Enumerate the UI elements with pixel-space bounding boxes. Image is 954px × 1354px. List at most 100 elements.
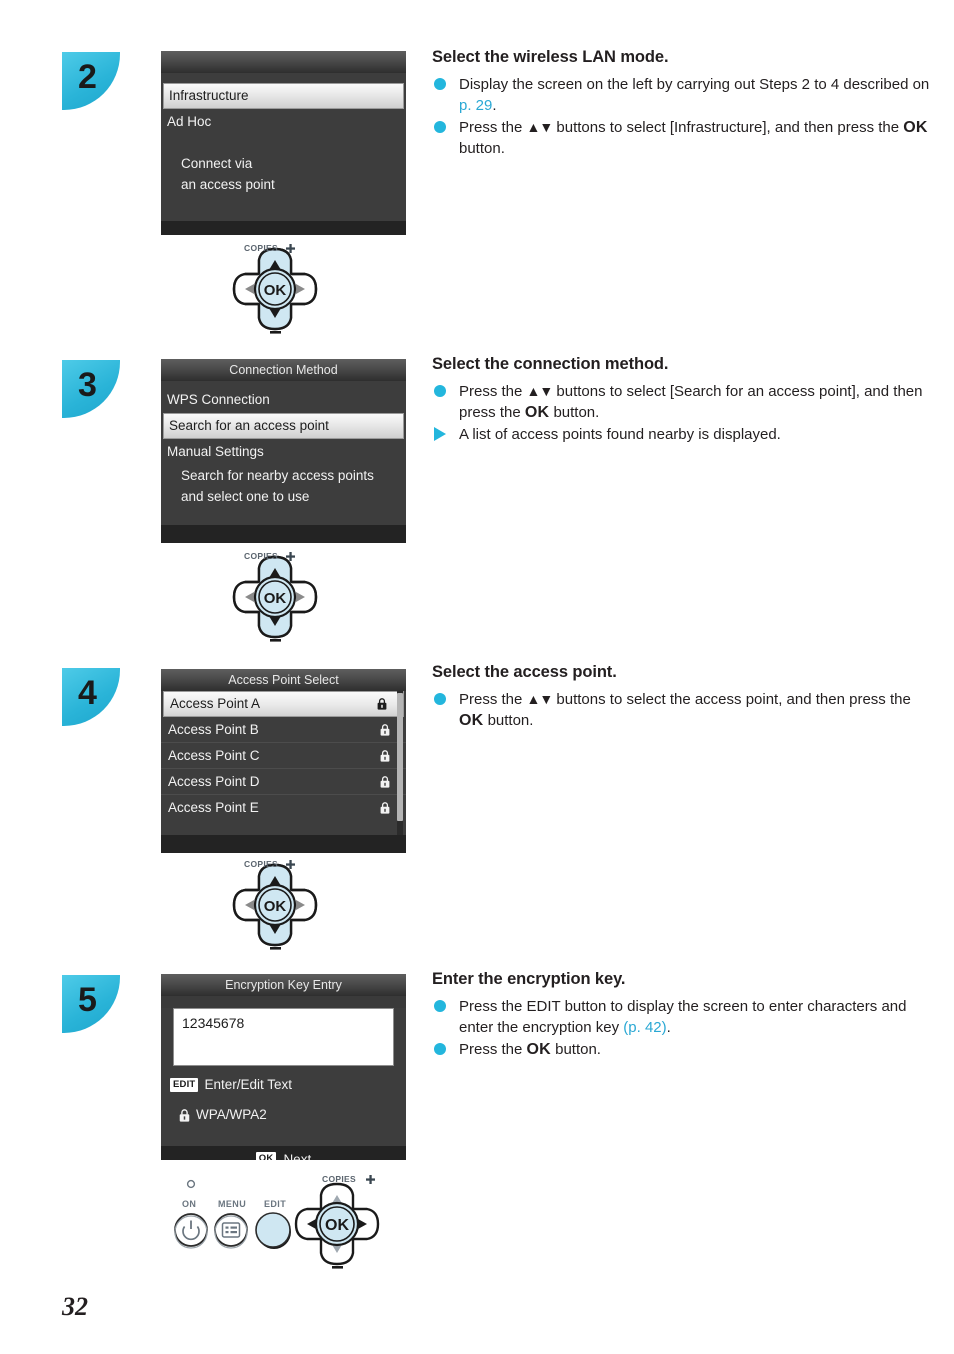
svg-text:OK: OK: [264, 898, 287, 915]
svg-text:OK: OK: [325, 1217, 349, 1234]
step-number-badge-3: 3: [62, 360, 120, 418]
scrollbar-thumb[interactable]: [397, 693, 403, 821]
bullet-text: A list of access points found nearby is …: [459, 426, 781, 443]
step-heading-5: Enter the encryption key.: [432, 970, 626, 988]
access-point-row-e[interactable]: Access Point E: [161, 795, 406, 821]
ok-button-ref: OK: [524, 404, 550, 421]
minus-icon: [270, 639, 281, 642]
access-point-label: Access Point C: [168, 748, 260, 763]
ok-button-ref: OK: [903, 119, 928, 136]
dpad-svg[interactable]: OK: [228, 551, 322, 643]
page-reference-link[interactable]: p. 29: [459, 97, 492, 114]
dpad-control-step3[interactable]: COPIES OK: [228, 551, 322, 648]
step-text-2: Select the wireless LAN mode. Display th…: [432, 48, 932, 160]
lcd-menu-item-manual-settings[interactable]: Manual Settings: [161, 439, 406, 465]
svg-text:OK: OK: [264, 590, 287, 607]
lcd-body: Infrastructure Ad Hoc Connect via an acc…: [161, 73, 406, 221]
bullet-dot-icon: [434, 693, 447, 706]
security-type-label: WPA/WPA2: [196, 1107, 267, 1122]
lcd-note-line-1: Search for nearby access points: [181, 468, 374, 483]
plus-icon: [286, 552, 295, 561]
on-button: [174, 1213, 208, 1247]
bullet-text: Press the ▲▼ buttons to select the acces…: [459, 691, 911, 729]
step-number-badge-5: 5: [62, 975, 120, 1033]
lcd-body: WPS Connection Search for an access poin…: [161, 381, 406, 525]
lock-icon: [380, 802, 390, 814]
lock-icon: [179, 1108, 190, 1122]
edit-button: [255, 1212, 291, 1248]
bullet-dot-icon: [434, 1043, 447, 1056]
page-number: 32: [62, 1292, 88, 1321]
copies-label: COPIES: [244, 243, 278, 253]
updown-arrows-icon: ▲▼: [526, 119, 554, 135]
ok-button-ref: OK: [526, 1041, 551, 1058]
dpad-control: OK: [294, 1182, 380, 1269]
access-point-label: Access Point E: [168, 800, 259, 815]
plus-icon: [366, 1175, 375, 1184]
access-point-label: Access Point B: [168, 722, 259, 737]
lcd-body: Access Point A Access Point B Access Poi…: [161, 691, 406, 835]
lcd-note-line-2: an access point: [181, 177, 275, 192]
step-bullet-list-3: Press the ▲▼ buttons to select [Search f…: [432, 381, 932, 445]
updown-arrows-icon: ▲▼: [526, 383, 554, 399]
bullet-text: Press the OK button.: [459, 1041, 601, 1058]
bullet-item: Press the EDIT button to display the scr…: [432, 996, 932, 1038]
bullet-item: Press the ▲▼ buttons to select [Infrastr…: [432, 117, 932, 159]
lcd-screen-connection-method: Connection Method WPS Connection Search …: [161, 359, 406, 543]
step-text-5: Enter the encryption key. Press the EDIT…: [432, 970, 932, 1061]
step-number-badge-4: 4: [62, 668, 120, 726]
lcd-menu-item-search-access-point[interactable]: Search for an access point: [163, 413, 404, 439]
lcd-menu-item-infrastructure[interactable]: Infrastructure: [163, 83, 404, 109]
copies-label: COPIES: [322, 1174, 356, 1184]
lcd-screen-encryption-key-entry: Encryption Key Entry 12345678 EDIT Enter…: [161, 974, 406, 1160]
bullet-item: Press the OK button.: [432, 1039, 932, 1060]
lcd-title-bar: [161, 51, 406, 73]
bullet-item: Press the ▲▼ buttons to select [Search f…: [432, 381, 932, 423]
lock-icon: [380, 749, 390, 762]
lcd-title-bar: Encryption Key Entry: [161, 974, 406, 996]
security-type-row: WPA/WPA2: [161, 1104, 406, 1126]
page-reference-link[interactable]: (p. 42): [623, 1019, 666, 1036]
step-bullet-list-5: Press the EDIT button to display the scr…: [432, 996, 932, 1060]
svg-text:OK: OK: [264, 282, 287, 299]
step-text-4: Select the access point. Press the ▲▼ bu…: [432, 663, 932, 732]
ok-button-ref: OK: [459, 712, 484, 729]
updown-arrows-icon: ▲▼: [526, 691, 554, 707]
bullet-dot-icon: [434, 78, 447, 91]
access-point-row-b[interactable]: Access Point B: [161, 717, 406, 743]
dpad-svg[interactable]: OK: [228, 859, 322, 951]
minus-icon: [270, 947, 281, 950]
footer-action-label: Next: [283, 1151, 312, 1161]
lcd-footer-bar: [161, 525, 406, 543]
copies-label: COPIES: [244, 859, 278, 869]
edit-key-badge-icon: EDIT: [170, 1078, 199, 1092]
button-panel-step5[interactable]: ON MENU EDIT COPIES OK: [170, 1174, 385, 1295]
lcd-footer-action-bar: OK Next: [161, 1146, 406, 1160]
lcd-screen-wireless-lan-mode: Infrastructure Ad Hoc Connect via an acc…: [161, 51, 406, 235]
lcd-title-bar: Connection Method: [161, 359, 406, 381]
access-point-row-a[interactable]: Access Point A: [163, 691, 404, 717]
lcd-spacer: [161, 135, 406, 153]
lcd-note-line-1: Connect via: [181, 156, 253, 171]
lcd-footer-bar: [161, 835, 406, 853]
dpad-svg[interactable]: OK: [228, 243, 322, 335]
lcd-menu-item-adhoc[interactable]: Ad Hoc: [161, 109, 406, 135]
bullet-item: Display the screen on the left by carryi…: [432, 74, 932, 116]
step-heading-2: Select the wireless LAN mode.: [432, 48, 669, 66]
edit-hint-row: EDIT Enter/Edit Text: [161, 1074, 406, 1096]
power-led-icon: [186, 1179, 196, 1189]
encryption-key-input[interactable]: 12345678: [173, 1008, 394, 1066]
access-point-row-d[interactable]: Access Point D: [161, 769, 406, 795]
bullet-text: Press the ▲▼ buttons to select [Search f…: [459, 383, 923, 421]
bullet-item: Press the ▲▼ buttons to select the acces…: [432, 689, 932, 731]
step-heading-3: Select the connection method.: [432, 355, 669, 373]
dpad-control-step2[interactable]: COPIES OK: [228, 243, 322, 340]
lock-icon: [380, 775, 390, 788]
lcd-menu-item-wps[interactable]: WPS Connection: [161, 387, 406, 413]
plus-icon: [286, 860, 295, 869]
button-panel-svg[interactable]: OK: [170, 1175, 385, 1290]
bullet-triangle-icon: [434, 427, 447, 441]
dpad-control-step4[interactable]: COPIES OK: [228, 859, 322, 956]
copies-label: COPIES: [244, 551, 278, 561]
access-point-row-c[interactable]: Access Point C: [161, 743, 406, 769]
